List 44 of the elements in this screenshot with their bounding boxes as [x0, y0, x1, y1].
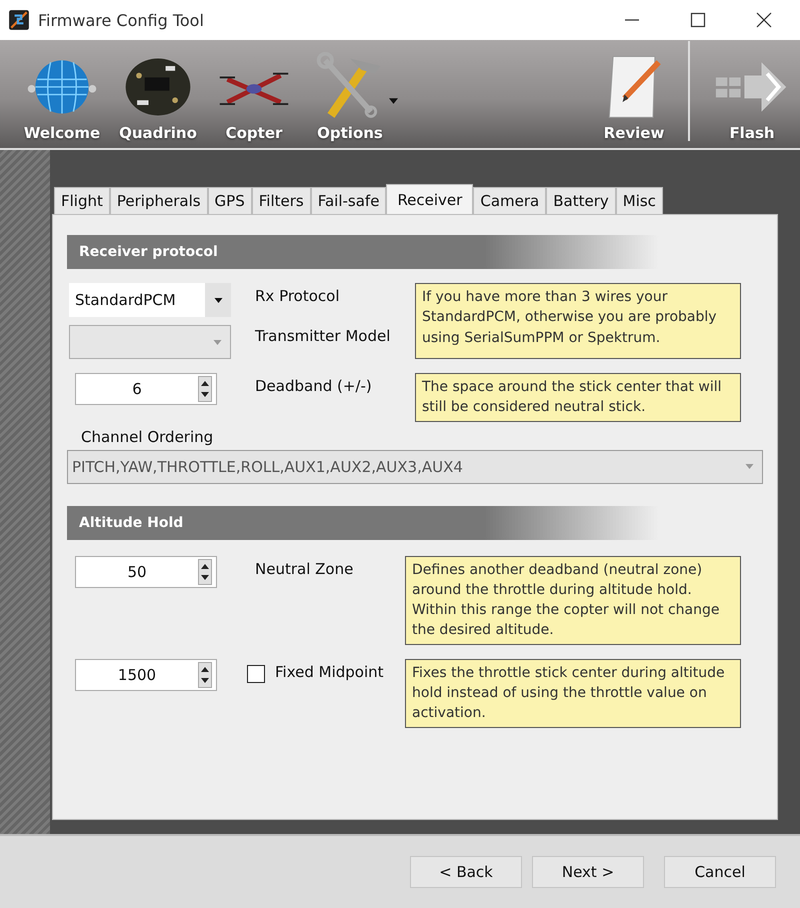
neutral-zone-spinbox[interactable]: 50: [75, 556, 217, 588]
midpoint-spinbox[interactable]: 1500: [75, 658, 217, 691]
toolbar-button[interactable]: Options: [302, 52, 398, 142]
tab[interactable]: Flight: [54, 187, 110, 214]
window-title: Firmware Config Tool: [38, 10, 204, 30]
dropdown-caret-icon: [212, 340, 222, 344]
app-logo-icon: [8, 9, 30, 31]
toolbar-button[interactable]: Copter: [206, 52, 302, 142]
field-label: Channel Ordering: [81, 426, 214, 446]
spin-arrows-icon: [198, 376, 212, 402]
toolbar-button[interactable]: Review: [586, 52, 682, 142]
deadband-spinbox[interactable]: 6: [75, 373, 217, 405]
checkbox[interactable]: [247, 664, 265, 683]
checkbox-label[interactable]: Fixed Midpoint: [275, 658, 384, 681]
tab[interactable]: Battery: [546, 187, 616, 214]
spin-arrows-icon: [198, 662, 212, 688]
dropdown-caret-icon: [214, 298, 222, 302]
toolbar-button[interactable]: Flash: [704, 52, 800, 142]
wizard-button[interactable]: Next >: [532, 856, 644, 888]
maximize-icon[interactable]: [690, 12, 706, 28]
field-label: Transmitter Model: [255, 326, 392, 345]
toolbar-button[interactable]: Quadrino: [110, 52, 206, 142]
dropdown-caret-icon: [745, 464, 754, 470]
field-label: Neutral Zone: [255, 558, 354, 578]
tab[interactable]: Peripherals: [110, 187, 208, 214]
tab[interactable]: Camera: [473, 187, 546, 214]
tab[interactable]: Fail-safe: [310, 187, 386, 214]
help-note: The space around the stick center that will still be considered neutral stick.: [415, 373, 741, 422]
wizard-button[interactable]: < Back: [410, 856, 522, 888]
tab[interactable]: Filters: [252, 187, 311, 214]
tab[interactable]: Receiver: [386, 184, 474, 214]
help-note: Fixes the throttle stick center during altitude hold instead of using the throttle value on activation.: [405, 658, 741, 728]
spin-arrows-icon: [198, 558, 212, 585]
rx-protocol-dropdown[interactable]: StandardPCM: [69, 283, 231, 317]
field-label: Rx Protocol: [255, 286, 341, 305]
tab[interactable]: GPS: [208, 187, 252, 214]
tab[interactable]: Misc: [616, 187, 663, 214]
toolbar-button[interactable]: Welcome: [14, 52, 110, 142]
dropdown-caret-icon: [389, 98, 398, 104]
help-note: Defines another deadband (neutral zone) around the throttle during altitude hold. Within this range the copter will not change the desired altitude.: [405, 556, 741, 645]
field-label: Deadband (+/-): [255, 376, 373, 395]
help-note: If you have more than 3 wires your StandardPCM, otherwise you are probably using SerialSumPPM or Spektrum.: [415, 283, 741, 359]
wizard-button[interactable]: Cancel: [664, 856, 776, 888]
close-icon[interactable]: [756, 12, 772, 28]
